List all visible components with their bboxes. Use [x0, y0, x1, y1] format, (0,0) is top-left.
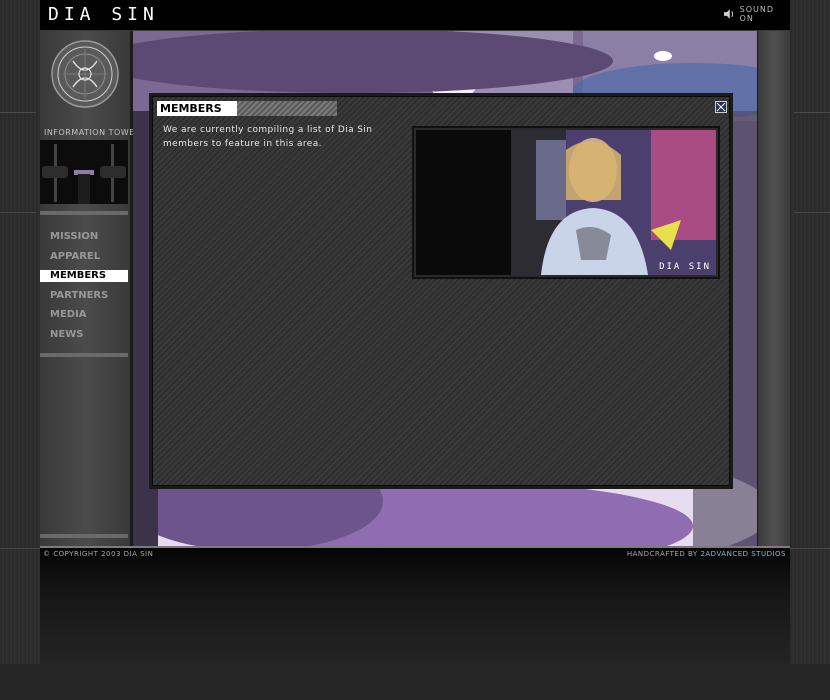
- panel-title-decoration: [237, 101, 337, 116]
- left-side-texture: [0, 0, 40, 664]
- side-line: [794, 112, 830, 113]
- sound-toggle[interactable]: SOUND ON: [724, 5, 790, 23]
- close-icon: [716, 102, 726, 112]
- speaker-icon: [724, 9, 734, 19]
- site-header: DIA SIN SOUND ON: [40, 0, 790, 31]
- nav-item-members[interactable]: MEMBERS: [40, 270, 128, 282]
- side-line: [0, 212, 36, 213]
- copyright-text: © COPYRIGHT 2003 DIA SIN: [43, 550, 154, 558]
- right-side-texture: [790, 0, 830, 664]
- member-photo-frame: DIA SIN: [412, 126, 720, 279]
- site-footer: © COPYRIGHT 2003 DIA SIN HANDCRAFTED BY …: [40, 548, 790, 664]
- sidebar-divider: [40, 534, 128, 538]
- members-description: We are currently compiling a list of Dia…: [163, 125, 373, 149]
- member-photo: DIA SIN: [416, 130, 716, 275]
- sidebar-divider: [40, 353, 128, 357]
- nav-item-partners[interactable]: PARTNERS: [40, 290, 128, 302]
- nav-item-media[interactable]: MEDIA: [40, 309, 128, 321]
- sound-label: SOUND ON: [739, 5, 774, 23]
- emblem-logo-icon: [51, 40, 119, 108]
- sidebar-divider: [40, 211, 128, 215]
- side-line: [790, 548, 830, 549]
- info-tower-label: INFORMATION TOWER: [44, 128, 141, 137]
- info-tower-graphic: [40, 140, 128, 204]
- info-tower-panel[interactable]: [40, 140, 128, 204]
- nav-item-news[interactable]: NEWS: [40, 329, 128, 341]
- credit-text: HANDCRAFTED BY 2ADVANCED STUDIOS: [627, 550, 786, 558]
- nav-item-apparel[interactable]: APPAREL: [40, 251, 128, 263]
- side-line: [0, 548, 40, 549]
- nav-item-mission[interactable]: MISSION: [40, 231, 128, 243]
- member-photo-graphic: [416, 130, 716, 275]
- side-line: [0, 112, 36, 113]
- side-line: [794, 212, 830, 213]
- members-panel: MEMBERS We are currently compiling a lis…: [152, 96, 730, 486]
- close-button[interactable]: [715, 101, 727, 113]
- right-strip: [758, 31, 790, 546]
- credit-link[interactable]: 2ADVANCED STUDIOS: [700, 550, 786, 558]
- credit-prefix: HANDCRAFTED BY: [626, 550, 698, 558]
- brand-logo[interactable]: DIA SIN: [48, 5, 159, 25]
- photo-caption: DIA SIN: [659, 262, 711, 272]
- sidebar: INFORMATION TOWER MISSION APPAREL MEMBER…: [40, 31, 140, 546]
- panel-title: MEMBERS: [157, 101, 237, 116]
